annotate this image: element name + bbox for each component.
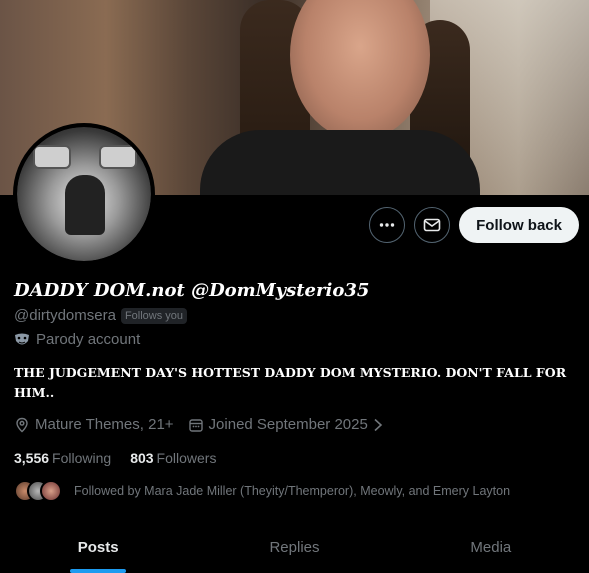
followed-by-row[interactable]: Followed by Mara Jade Miller (Theyity/Th… — [14, 480, 510, 502]
mutual-avatars — [14, 480, 62, 502]
profile-bio: THE JUDGEMENT DAY'S HOTTEST DADDY DOM MY… — [14, 365, 567, 400]
active-tab-indicator — [70, 569, 127, 573]
profile-avatar[interactable] — [13, 123, 155, 265]
followers-count: 803 — [130, 450, 154, 466]
parody-label: Parody account — [14, 331, 140, 348]
message-button[interactable] — [414, 207, 451, 243]
more-horizontal-icon — [379, 223, 395, 227]
following-label: Following — [52, 450, 112, 466]
chevron-right-icon — [374, 418, 383, 431]
user-handle: @dirtydomsera — [14, 307, 116, 324]
profile-actions: Follow back — [369, 207, 579, 243]
tab-media[interactable]: Media — [393, 528, 589, 573]
calendar-icon — [188, 418, 203, 432]
joined-item[interactable]: Joined September 2025 — [188, 416, 383, 433]
followed-by-text: Followed by Mara Jade Miller (Theyity/Th… — [74, 484, 511, 498]
following-link[interactable]: 3,556 Following — [14, 450, 111, 466]
follows-you-badge: Follows you — [120, 307, 188, 324]
avatar-belt-left — [33, 145, 71, 169]
display-name: DADDY DOM.not @DomMysterio35 — [14, 280, 370, 301]
follow-back-button[interactable]: Follow back — [459, 207, 579, 243]
avatar-belt-right — [99, 145, 137, 169]
tab-label: Media — [470, 539, 512, 556]
handle-row: @dirtydomsera Follows you — [14, 307, 188, 324]
tab-replies[interactable]: Replies — [196, 528, 392, 573]
tab-label: Replies — [269, 539, 320, 556]
banner-face — [290, 0, 430, 140]
followers-link[interactable]: 803 Followers — [130, 450, 216, 466]
tab-label: Posts — [77, 539, 119, 556]
mutual-avatar — [40, 480, 62, 502]
followers-label: Followers — [156, 450, 217, 466]
location-item: Mature Themes, 21+ — [14, 416, 174, 433]
tab-posts[interactable]: Posts — [0, 528, 196, 573]
location-text: Mature Themes, 21+ — [35, 416, 174, 433]
follow-stats: 3,556 Following 803 Followers — [14, 450, 216, 466]
envelope-icon — [423, 218, 441, 232]
parody-text: Parody account — [36, 331, 141, 348]
banner-shirt — [200, 130, 480, 195]
following-count: 3,556 — [14, 450, 50, 466]
profile-tabs: Posts Replies Media — [0, 528, 589, 573]
joined-text: Joined September 2025 — [208, 416, 368, 433]
profile-meta: Mature Themes, 21+ Joined September 2025 — [14, 416, 383, 433]
location-pin-icon — [16, 417, 28, 432]
avatar-figure — [65, 175, 105, 235]
more-button[interactable] — [369, 207, 406, 243]
mask-icon — [15, 333, 29, 344]
